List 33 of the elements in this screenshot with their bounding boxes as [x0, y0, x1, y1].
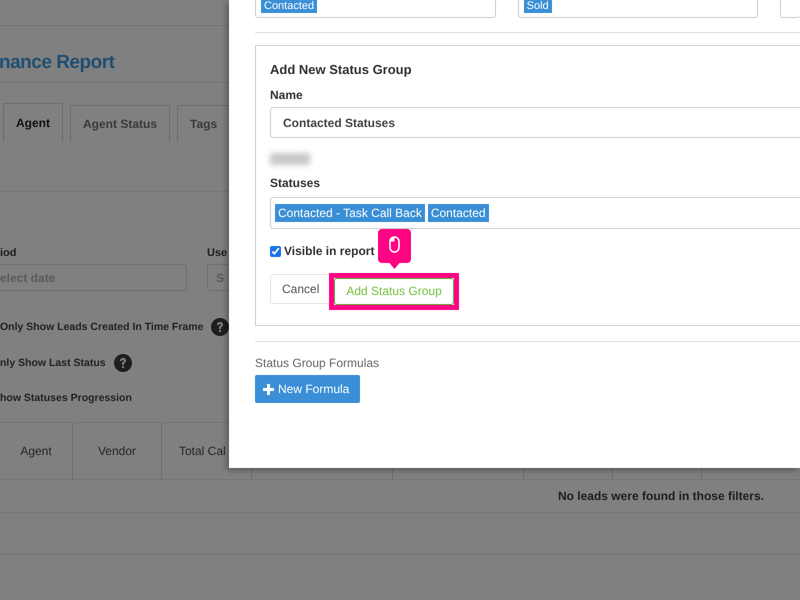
status-select[interactable]: Contacted [255, 0, 496, 18]
page-title: nance Report [0, 51, 114, 75]
empty-message: No leads were found in those filters. [558, 489, 764, 503]
status-select[interactable]: Sold [518, 0, 758, 18]
add-group-button[interactable]: Add Status Group [334, 278, 454, 304]
status-tag: Contacted [428, 204, 489, 222]
form-heading: Add New Status Group [270, 62, 413, 77]
option-label: how Statuses Progression [0, 392, 132, 404]
status-tag: Sold [524, 0, 552, 13]
visible-checkbox[interactable] [270, 246, 281, 256]
status-tag: Contacted - Task Call Back [275, 204, 425, 222]
help-icon[interactable] [211, 318, 230, 336]
report-tab[interactable]: Agent [3, 103, 63, 142]
plus-icon [263, 384, 274, 394]
option-label: Only Show Leads Created In Time Frame [0, 321, 204, 333]
filter-label: Use [207, 247, 228, 259]
new-formula-button[interactable]: New Formula [255, 375, 360, 403]
column-header: Vendor [73, 423, 162, 479]
status-tag: Contacted [261, 0, 318, 13]
option-label: nly Show Last Status [0, 356, 106, 368]
filter-label: iod [0, 247, 18, 259]
report-tab[interactable]: Agent Status [70, 105, 170, 142]
section-heading: Status Group Formulas [255, 356, 380, 370]
name-input[interactable]: Contacted Statuses [270, 107, 800, 138]
cancel-button[interactable]: Cancel [270, 274, 332, 304]
column-header: Agent [0, 423, 73, 479]
statuses-input[interactable]: Contacted - Task Call Back Contacted [270, 197, 800, 229]
field-label: Statuses [270, 176, 322, 190]
field-label: Name [270, 88, 304, 102]
blurred-text [270, 153, 310, 165]
mouse-click-icon [378, 228, 412, 270]
report-tab[interactable]: Tags [177, 105, 230, 142]
checkbox-label: Visible in report [284, 244, 374, 258]
